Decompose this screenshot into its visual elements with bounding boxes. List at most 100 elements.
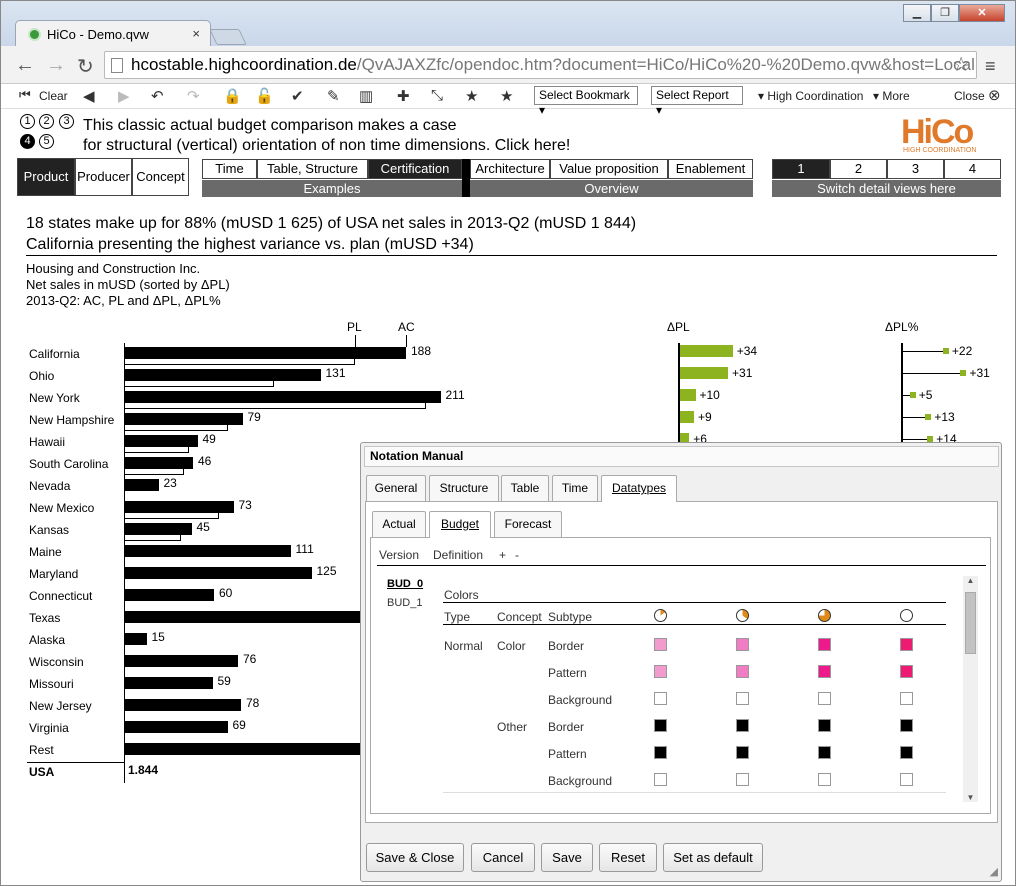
bookmark-star-icon[interactable]: ☆: [952, 52, 970, 78]
color-swatch[interactable]: [818, 719, 831, 732]
color-swatch[interactable]: [736, 746, 749, 759]
redo-icon[interactable]: ↷: [187, 87, 200, 105]
color-swatch[interactable]: [736, 719, 749, 732]
url-input[interactable]: hcostable.highcoordination.de/QvAJAXZfc/…: [104, 51, 977, 79]
color-swatch[interactable]: [654, 638, 667, 651]
color-swatch[interactable]: [818, 665, 831, 678]
chart-icon[interactable]: ▥: [359, 87, 373, 105]
tab-certification[interactable]: Certification: [368, 159, 462, 179]
save-close-button[interactable]: Save & Close: [366, 843, 464, 872]
color-swatch[interactable]: [900, 665, 913, 678]
cancel-button[interactable]: Cancel: [471, 843, 535, 872]
lock-icon[interactable]: 🔒: [223, 87, 242, 105]
scroll-thumb[interactable]: [965, 592, 976, 654]
close-circle-icon[interactable]: ⊗: [988, 86, 1001, 104]
dlg-tab-datatypes[interactable]: Datatypes: [601, 475, 677, 502]
reset-button[interactable]: Reset: [599, 843, 657, 872]
step-4[interactable]: 4: [20, 134, 35, 149]
step-2[interactable]: 2: [39, 114, 54, 129]
tab-value-proposition[interactable]: Value proposition: [550, 159, 668, 179]
nav-product[interactable]: Product: [17, 158, 75, 196]
edit-icon[interactable]: ✎: [327, 87, 340, 105]
headline-line-2: California presenting the highest varian…: [26, 236, 474, 253]
tab-enablement[interactable]: Enablement: [668, 159, 753, 179]
undo-icon[interactable]: ↶: [151, 87, 164, 105]
resize-grip-icon[interactable]: ◢: [990, 865, 998, 878]
window-close-icon[interactable]: ✕: [959, 4, 1005, 22]
back-icon[interactable]: ◀: [83, 87, 95, 105]
forward-icon[interactable]: ▶: [118, 87, 130, 105]
step-3[interactable]: 3: [59, 114, 74, 129]
color-swatch[interactable]: [900, 638, 913, 651]
version-bud-1[interactable]: BUD_1: [387, 597, 422, 609]
check-icon[interactable]: ✔: [291, 87, 304, 105]
select-bookmark-dropdown[interactable]: Select Bookmark ▾: [534, 86, 638, 117]
subtab-forecast[interactable]: Forecast: [494, 511, 562, 537]
add-bookmark-icon[interactable]: ★: [465, 87, 478, 105]
color-swatch[interactable]: [818, 692, 831, 705]
tab-table-structure[interactable]: Table, Structure: [257, 159, 368, 179]
high-coordination-menu[interactable]: ▾ High Coordination: [758, 89, 863, 103]
version-label: Version: [379, 548, 420, 562]
color-swatch[interactable]: [654, 773, 667, 786]
dlg-tab-structure[interactable]: Structure: [429, 475, 499, 501]
color-swatch[interactable]: [736, 638, 749, 651]
vertical-scrollbar[interactable]: ▲ ▼: [963, 576, 978, 802]
tab-close-icon[interactable]: ×: [192, 26, 200, 41]
new-tab-button[interactable]: [209, 29, 247, 45]
detail-view-4[interactable]: 4: [944, 159, 1001, 179]
save-button[interactable]: Save: [541, 843, 593, 872]
version-bud-0[interactable]: BUD_0: [387, 578, 423, 590]
back-arrow-icon[interactable]: ←: [15, 54, 35, 77]
color-swatch[interactable]: [654, 665, 667, 678]
color-swatch[interactable]: [654, 692, 667, 705]
clear-button[interactable]: Clear: [39, 89, 68, 103]
color-swatch[interactable]: [736, 665, 749, 678]
intro-text[interactable]: This classic actual budget comparison ma…: [83, 116, 570, 156]
nav-concept[interactable]: Concept: [132, 158, 189, 196]
close-button[interactable]: Close: [954, 89, 985, 103]
menu-icon[interactable]: ≡: [985, 56, 996, 77]
remove-bookmark-icon[interactable]: ★: [500, 87, 513, 105]
subtab-budget[interactable]: Budget: [429, 511, 491, 538]
detail-view-3[interactable]: 3: [887, 159, 944, 179]
color-swatch[interactable]: [900, 719, 913, 732]
dlg-tab-table[interactable]: Table: [501, 475, 549, 501]
maximize-icon[interactable]: ❐: [931, 4, 959, 22]
scroll-up-icon[interactable]: ▲: [963, 576, 978, 585]
remove-version-button[interactable]: -: [515, 548, 519, 562]
unlock-icon[interactable]: 🔓: [255, 87, 274, 105]
color-swatch[interactable]: [900, 746, 913, 759]
subtab-actual[interactable]: Actual: [372, 511, 426, 537]
set-default-button[interactable]: Set as default: [663, 843, 763, 872]
dlg-tab-time[interactable]: Time: [552, 475, 598, 501]
tab-time[interactable]: Time: [202, 159, 257, 179]
forward-arrow-icon[interactable]: →: [46, 54, 66, 77]
color-swatch[interactable]: [818, 773, 831, 786]
add-icon[interactable]: ✚: [397, 87, 410, 105]
reload-icon[interactable]: ↻: [77, 54, 94, 79]
color-swatch[interactable]: [736, 773, 749, 786]
pointer-icon[interactable]: ⤡: [431, 87, 443, 104]
color-swatch[interactable]: [818, 638, 831, 651]
scroll-down-icon[interactable]: ▼: [963, 793, 978, 802]
color-swatch[interactable]: [900, 692, 913, 705]
color-swatch[interactable]: [654, 719, 667, 732]
color-swatch[interactable]: [736, 692, 749, 705]
color-swatch[interactable]: [818, 746, 831, 759]
step-1[interactable]: 1: [20, 114, 35, 129]
tab-architecture[interactable]: Architecture: [470, 159, 550, 179]
step-5[interactable]: 5: [39, 134, 54, 149]
more-menu[interactable]: ▾ More: [873, 89, 910, 103]
detail-view-2[interactable]: 2: [830, 159, 887, 179]
minimize-icon[interactable]: ▁: [903, 4, 931, 22]
color-swatch[interactable]: [900, 773, 913, 786]
dlg-tab-general[interactable]: General: [366, 475, 426, 501]
add-version-button[interactable]: +: [499, 548, 506, 562]
color-swatch[interactable]: [654, 746, 667, 759]
select-report-dropdown[interactable]: Select Report ▾: [651, 86, 743, 117]
browser-tab[interactable]: HiCo - Demo.qvw ×: [15, 20, 211, 47]
detail-view-1[interactable]: 1: [772, 159, 830, 179]
nav-producer[interactable]: Producer: [75, 158, 132, 196]
clear-icon[interactable]: ⏮: [19, 87, 31, 103]
